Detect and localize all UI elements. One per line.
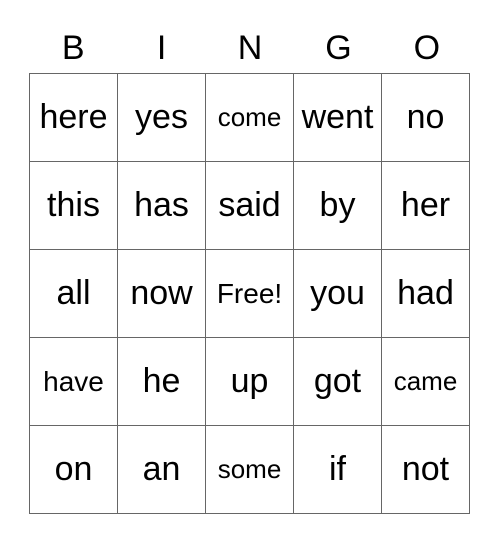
bingo-cell[interactable]: you: [293, 249, 382, 338]
bingo-cell[interactable]: said: [205, 161, 294, 250]
header-letter-i: I: [156, 29, 167, 67]
grid-row: have he up got came: [29, 337, 470, 426]
bingo-cell[interactable]: now: [117, 249, 206, 338]
grid-row: all now Free! you had: [29, 249, 470, 338]
bingo-cell[interactable]: some: [205, 425, 294, 514]
header-letter-g: G: [325, 29, 352, 67]
bingo-cell[interactable]: yes: [117, 73, 206, 162]
header-letter-o: O: [413, 29, 441, 67]
bingo-cell[interactable]: got: [293, 337, 382, 426]
bingo-cell[interactable]: had: [381, 249, 470, 338]
header-letter-b: B: [61, 29, 85, 67]
bingo-cell[interactable]: come: [205, 73, 294, 162]
bingo-cell[interactable]: all: [29, 249, 118, 338]
bingo-cell[interactable]: on: [29, 425, 118, 514]
bingo-cell[interactable]: he: [117, 337, 206, 426]
header-letter-n: N: [237, 29, 263, 67]
bingo-grid: here yes come went no this has said by h…: [29, 73, 470, 514]
bingo-cell[interactable]: if: [293, 425, 382, 514]
bingo-cell[interactable]: her: [381, 161, 470, 250]
bingo-cell[interactable]: not: [381, 425, 470, 514]
grid-row: on an some if not: [29, 425, 470, 514]
grid-row: here yes come went no: [29, 73, 470, 162]
bingo-header: B I N G O: [29, 26, 471, 70]
bingo-cell[interactable]: this: [29, 161, 118, 250]
bingo-cell[interactable]: up: [205, 337, 294, 426]
bingo-cell[interactable]: here: [29, 73, 118, 162]
bingo-cell[interactable]: has: [117, 161, 206, 250]
bingo-cell[interactable]: have: [29, 337, 118, 426]
bingo-cell[interactable]: came: [381, 337, 470, 426]
bingo-cell[interactable]: by: [293, 161, 382, 250]
bingo-cell[interactable]: went: [293, 73, 382, 162]
bingo-cell[interactable]: an: [117, 425, 206, 514]
grid-row: this has said by her: [29, 161, 470, 250]
bingo-cell[interactable]: no: [381, 73, 470, 162]
free-space-cell[interactable]: Free!: [205, 249, 294, 338]
